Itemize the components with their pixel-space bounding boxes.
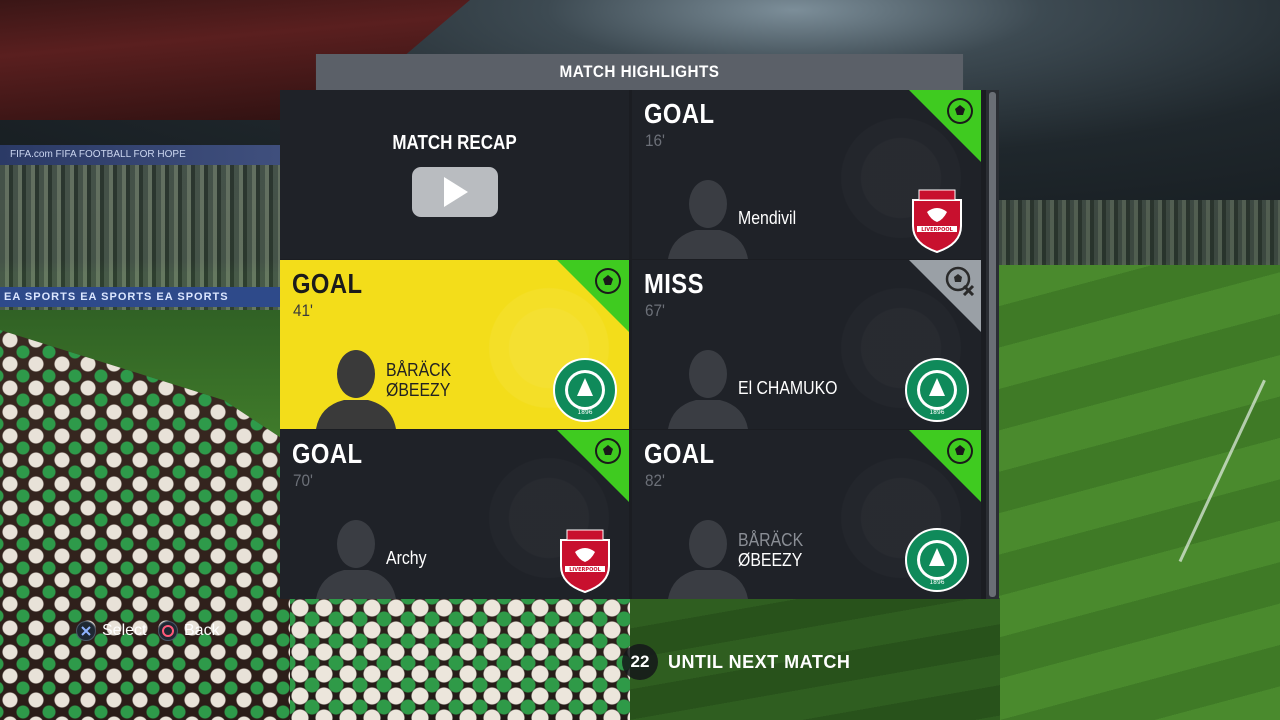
viborg-crest-icon: 1896 — [553, 358, 617, 422]
match-recap-title: MATCH RECAP — [392, 132, 517, 154]
ea-sports-adboard: EA SPORTS EA SPORTS EA SPORTS — [0, 287, 285, 307]
player-silhouette-icon — [668, 350, 748, 429]
back-hint[interactable]: Back — [158, 620, 220, 642]
svg-text:LIVERPOOL: LIVERPOOL — [921, 227, 953, 233]
pitch-right — [998, 265, 1280, 720]
event-type: GOAL — [292, 438, 363, 469]
circle-button-icon — [158, 621, 178, 641]
viborg-crest-icon: 1896 — [905, 528, 969, 592]
ball-icon — [947, 98, 973, 124]
ball-miss-icon — [945, 266, 975, 296]
fifa-banner: FIFA.com FIFA FOOTBALL FOR HOPE — [0, 145, 290, 165]
ball-icon — [947, 438, 973, 464]
player-silhouette-icon — [316, 350, 396, 429]
highlight-tile[interactable]: GOAL 70' Archy LIVERPOOL — [280, 430, 629, 599]
days-count: 22 — [622, 644, 658, 680]
event-minute: 82' — [645, 471, 665, 490]
liverpool-crest-icon: LIVERPOOL — [912, 189, 962, 254]
event-minute: 41' — [293, 301, 313, 320]
ball-icon — [595, 268, 621, 294]
back-label: Back — [184, 622, 220, 639]
select-label: Select — [102, 622, 147, 639]
stand-right — [998, 200, 1280, 270]
panel-title: MATCH HIGHLIGHTS — [315, 54, 964, 90]
player-name: Mendivil — [738, 208, 797, 228]
viborg-crest-icon: 1896 — [905, 358, 969, 422]
highlight-tile[interactable]: GOAL 16' Mendivil LIVERPOOL — [632, 90, 981, 259]
player-name: BÅRÄCK ØBEEZY — [738, 530, 804, 570]
stand-left — [0, 150, 300, 310]
scrollbar-thumb[interactable] — [989, 92, 996, 597]
highlight-tile[interactable]: GOAL 82' BÅRÄCK ØBEEZY 1896 — [632, 430, 981, 599]
until-label: UNTIL NEXT MATCH — [668, 651, 851, 672]
highlight-tile[interactable]: MISS 67' El CHAMUKO 1896 — [632, 260, 981, 429]
play-button[interactable] — [412, 167, 498, 217]
svg-text:1896: 1896 — [929, 409, 944, 416]
event-minute: 16' — [645, 131, 665, 150]
select-hint[interactable]: Select — [76, 620, 146, 642]
event-type: GOAL — [644, 98, 715, 129]
match-recap-tile[interactable]: MATCH RECAP — [280, 90, 629, 259]
player-name: BÅRÄCK ØBEEZY — [386, 360, 452, 400]
liverpool-crest-icon: LIVERPOOL — [560, 529, 610, 594]
highlight-tile-selected[interactable]: GOAL 41' BÅRÄCK ØBEEZY 1896 — [280, 260, 629, 429]
until-next-match: 22 UNTIL NEXT MATCH — [622, 644, 851, 680]
crowd-bottom — [290, 598, 630, 720]
event-minute: 67' — [645, 301, 665, 320]
scrollbar[interactable] — [986, 90, 999, 599]
event-minute: 70' — [293, 471, 313, 490]
match-highlights-panel: MATCH HIGHLIGHTS MATCH RECAP GOAL 16' Me… — [280, 54, 999, 599]
event-type: MISS — [644, 268, 704, 299]
event-type: GOAL — [292, 268, 363, 299]
svg-text:1896: 1896 — [929, 579, 944, 586]
player-name: Archy — [386, 548, 427, 568]
player-silhouette-icon — [668, 180, 748, 259]
cross-button-icon — [76, 621, 96, 641]
svg-text:LIVERPOOL: LIVERPOOL — [569, 567, 601, 573]
player-name: El CHAMUKO — [738, 378, 838, 398]
player-silhouette-icon — [668, 520, 748, 599]
play-icon — [444, 177, 468, 207]
svg-text:1896: 1896 — [577, 409, 592, 416]
ball-icon — [595, 438, 621, 464]
event-type: GOAL — [644, 438, 715, 469]
player-silhouette-icon — [316, 520, 396, 599]
